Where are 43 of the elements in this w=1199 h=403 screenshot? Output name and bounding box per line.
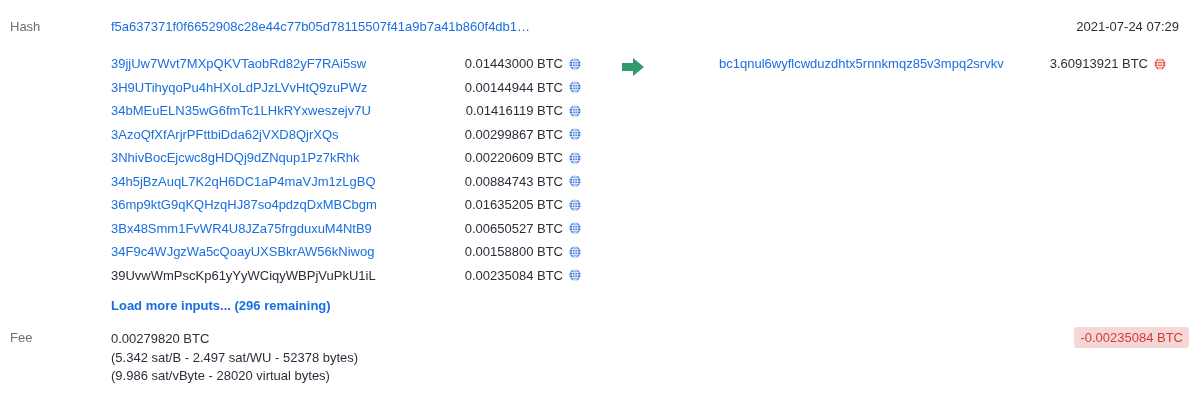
address-link[interactable]: 3Bx48Smm1FvWR4U8JZa75frgduxuM4NtB9 bbox=[111, 220, 465, 236]
amount-text: 0.00650527 BTC bbox=[464, 220, 563, 236]
address-link[interactable]: 3H9UTihyqoPu4hHXoLdPJzLVvHtQ9zuPWz bbox=[111, 79, 465, 95]
address-link[interactable]: 3AzoQfXfArjrPFttbiDda62jVXD8QjrXQs bbox=[111, 126, 465, 142]
address-text: 39UvwWmPscKp61yYyWCiqyWBPjVuPkU1iL bbox=[111, 267, 377, 283]
address-link[interactable]: bc1qnul6wyflcwduzdhtx5rnnkmqz85v3mpq2srvkv bbox=[719, 56, 1050, 72]
globe-icon[interactable] bbox=[569, 57, 581, 70]
globe-icon[interactable] bbox=[569, 222, 581, 235]
address-link[interactable]: 34h5jBzAuqL7K2qH6DC1aP4maVJm1zLgBQ bbox=[111, 173, 465, 189]
globe-icon[interactable] bbox=[569, 104, 581, 117]
globe-icon[interactable] bbox=[569, 151, 581, 164]
hash-link[interactable]: f5a637371f0f6652908c28e44c77b05d78115507f41a9b7a41b860f4db1… bbox=[111, 19, 1077, 34]
address-link[interactable]: 39jjUw7Wvt7MXpQKVTaobRd82yF7RAi5sw bbox=[111, 56, 465, 72]
amount-text: 0.00144944 BTC bbox=[464, 79, 563, 95]
globe-icon[interactable] bbox=[569, 269, 581, 282]
amount-text: 0.01635205 BTC bbox=[464, 197, 563, 213]
amount-text: 0.00158800 BTC bbox=[464, 244, 563, 260]
fee-amount: 0.00279820 BTC bbox=[111, 330, 211, 348]
amount-text: 3.60913921 BTC bbox=[1049, 56, 1148, 72]
globe-icon[interactable] bbox=[569, 128, 581, 141]
hash-label: Hash bbox=[10, 19, 42, 34]
arrow-icon bbox=[622, 58, 644, 76]
address-link[interactable]: 34bMEuELN35wG6fmTc1LHkRYxweszejv7U bbox=[111, 103, 466, 119]
fee-rate-text: (5.342 sat/B - 2.497 sat/WU - 52378 bytes) bbox=[111, 348, 360, 367]
address-link[interactable]: 34F9c4WJgzWa5cQoayUXSBkrAW56kNiwog bbox=[111, 244, 465, 260]
globe-icon[interactable] bbox=[569, 245, 581, 258]
amount-text: 0.00220609 BTC bbox=[464, 150, 563, 166]
timestamp: 2021-07-24 07:29 bbox=[1076, 19, 1179, 34]
fee-label: Fee bbox=[10, 330, 34, 345]
amount-text: 0.00235084 BTC bbox=[464, 267, 563, 283]
amount-text: 0.00299867 BTC bbox=[464, 126, 563, 142]
amount-text: 0.01443000 BTC bbox=[464, 56, 563, 72]
address-link[interactable]: 3NhivBocEjcwc8gHDQj9dZNqup1Pz7kRhk bbox=[111, 150, 465, 166]
globe-icon[interactable] bbox=[569, 81, 581, 94]
amount-text: 0.01416119 BTC bbox=[465, 103, 563, 119]
address-link[interactable]: 36mp9ktG9qKQHzqHJ87so4pdzqDxMBCbgm bbox=[111, 197, 465, 213]
fee-rate-text: (9.986 sat/vByte - 28020 virtual bytes) bbox=[111, 367, 331, 385]
globe-icon[interactable] bbox=[1154, 57, 1166, 70]
amount-text: 0.00884743 BTC bbox=[464, 173, 563, 189]
balance-badge: -0.00235084 BTC bbox=[1074, 327, 1189, 348]
globe-icon[interactable] bbox=[569, 198, 581, 211]
globe-icon[interactable] bbox=[569, 175, 581, 188]
load-more-link[interactable]: Load more inputs... (296 remaining) bbox=[111, 298, 331, 313]
